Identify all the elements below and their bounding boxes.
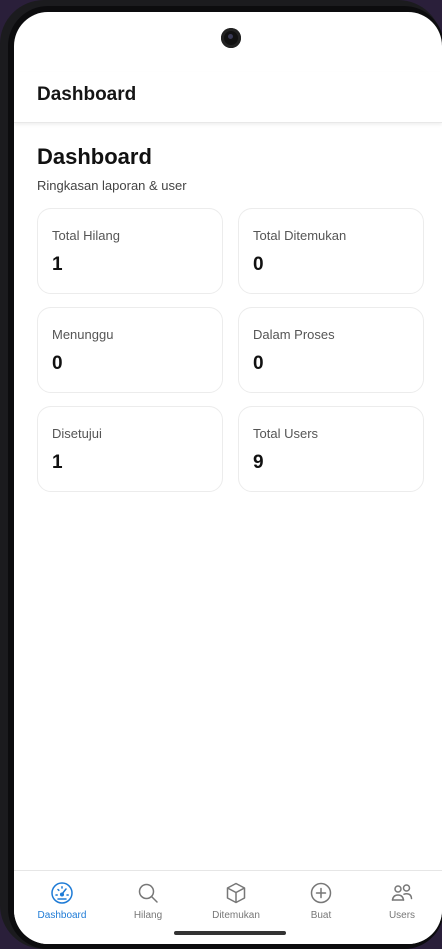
home-indicator[interactable]	[174, 931, 286, 935]
nav-item-buat[interactable]: Buat	[281, 871, 361, 931]
stat-card-value: 0	[253, 353, 264, 374]
page-subtitle: Ringkasan laporan & user	[37, 178, 187, 193]
nav-label: Hilang	[133, 910, 163, 921]
phone-frame: Dashboard Dashboard Ringkasan laporan & …	[0, 0, 442, 949]
cube-icon	[226, 882, 246, 904]
nav-item-hilang[interactable]: Hilang	[108, 871, 188, 931]
stat-card-label: Total Ditemukan	[253, 228, 347, 243]
stat-card-value: 9	[253, 452, 264, 473]
nav-item-users[interactable]: Users	[362, 871, 442, 931]
nav-item-dashboard[interactable]: Dashboard	[22, 871, 102, 931]
app-bar: Dashboard	[14, 72, 442, 123]
stat-card-dalam-proses[interactable]: Dalam Proses 0	[238, 307, 424, 393]
search-icon	[138, 883, 158, 903]
users-icon	[391, 884, 413, 901]
plus-circle-icon	[310, 882, 332, 904]
nav-label: Dashboard	[37, 910, 87, 921]
stat-card-menunggu[interactable]: Menunggu 0	[37, 307, 223, 393]
stat-card-label: Total Hilang	[52, 228, 120, 243]
speedometer-icon	[51, 882, 73, 904]
stat-card-value: 1	[52, 452, 63, 473]
stat-card-total-hilang[interactable]: Total Hilang 1	[37, 208, 223, 294]
stat-card-label: Menunggu	[52, 327, 114, 342]
nav-label: Buat	[310, 910, 332, 921]
stat-card-label: Dalam Proses	[253, 327, 335, 342]
stat-card-disetujui[interactable]: Disetujui 1	[37, 406, 223, 492]
nav-label: Ditemukan	[212, 910, 260, 921]
app-bar-title: Dashboard	[37, 84, 137, 105]
stat-card-value: 0	[253, 254, 264, 275]
stat-card-value: 1	[52, 254, 63, 275]
stat-card-total-ditemukan[interactable]: Total Ditemukan 0	[238, 208, 424, 294]
nav-label: Users	[388, 910, 416, 921]
nav-item-ditemukan[interactable]: Ditemukan	[196, 871, 276, 931]
front-camera	[221, 28, 241, 48]
stat-card-value: 0	[52, 353, 63, 374]
page-title: Dashboard	[37, 144, 152, 169]
stat-card-label: Disetujui	[52, 426, 102, 441]
phone-screen: Dashboard Dashboard Ringkasan laporan & …	[14, 12, 442, 944]
stat-card-label: Total Users	[253, 426, 319, 441]
stat-card-total-users[interactable]: Total Users 9	[238, 406, 424, 492]
